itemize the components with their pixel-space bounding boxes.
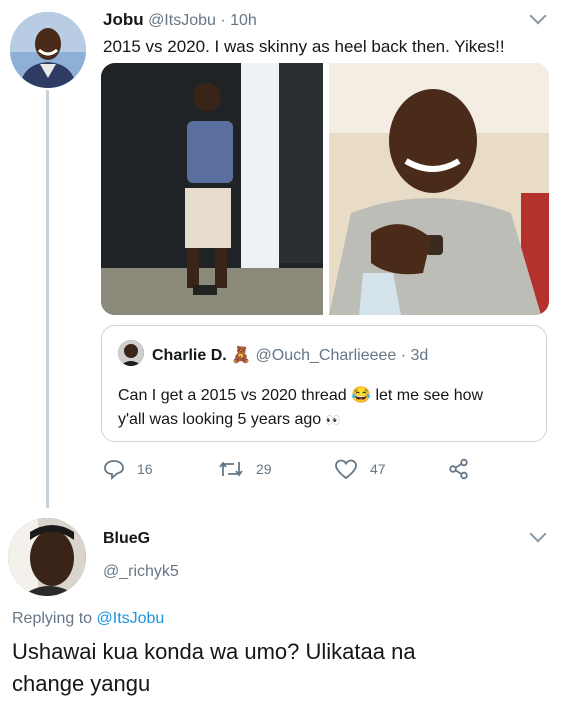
- eyes-emoji-icon: 👀: [325, 413, 341, 427]
- quote-avatar-image: [118, 340, 144, 366]
- like-icon: [335, 459, 357, 480]
- quote-author-handle[interactable]: @Ouch_Charlieeee: [256, 347, 397, 364]
- avatar[interactable]: [10, 12, 86, 88]
- reply-count: 16: [137, 461, 153, 477]
- thread-line: [46, 90, 49, 508]
- tweet-header: Jobu @ItsJobu · 10h: [103, 10, 257, 30]
- reply-action[interactable]: 16: [103, 458, 153, 480]
- reply-chevron-down-icon[interactable]: [529, 525, 547, 543]
- quote-author-name[interactable]: Charlie D.: [152, 347, 227, 364]
- quote-time: · 3d: [400, 347, 429, 364]
- share-action[interactable]: [448, 458, 470, 480]
- quote-text: Can I get a 2015 vs 2020 thread 😂 let me…: [118, 384, 538, 432]
- avatar-image: [10, 12, 86, 88]
- author-handle[interactable]: @ItsJobu: [148, 12, 216, 29]
- photo-collage: [101, 63, 549, 315]
- like-action[interactable]: 47: [334, 458, 386, 480]
- reply-avatar-image: [8, 518, 86, 596]
- reply-avatar[interactable]: [8, 518, 86, 596]
- replying-to: Replying to @ItsJobu: [12, 610, 164, 628]
- laughing-emoji-icon: 😂: [351, 387, 371, 404]
- like-count: 47: [370, 461, 386, 477]
- replying-to-prefix: Replying to: [12, 610, 93, 627]
- quoted-tweet[interactable]: Charlie D. 🧸 @Ouch_Charlieeee · 3d Can I…: [101, 325, 547, 442]
- reply-text-line1: Ushawai kua konda wa umo? Ulikataa na: [12, 639, 416, 664]
- teddy-bear-icon: 🧸: [231, 347, 252, 364]
- quote-text-line1: Can I get a 2015 vs 2020 thread: [118, 387, 347, 404]
- author-name[interactable]: Jobu: [103, 10, 144, 29]
- retweet-action[interactable]: 29: [218, 458, 272, 480]
- reply-author-name[interactable]: BlueG: [103, 530, 150, 548]
- retweet-icon: [219, 461, 243, 477]
- quote-header: Charlie D. 🧸 @Ouch_Charlieeee · 3d: [152, 345, 428, 365]
- reply-text-line2: change yangu: [12, 671, 151, 696]
- tweet-time[interactable]: · 10h: [220, 12, 256, 29]
- replying-to-handle[interactable]: @ItsJobu: [97, 610, 165, 627]
- quote-text-line1b: let me see how: [375, 387, 484, 404]
- quote-text-line2: y'all was looking 5 years ago: [118, 411, 322, 428]
- reply-author-handle[interactable]: @_richyk5: [103, 563, 179, 581]
- reply-text: Ushawai kua konda wa umo? Ulikataa na ch…: [12, 636, 532, 700]
- retweet-count: 29: [256, 461, 272, 477]
- tweet-text: 2015 vs 2020. I was skinny as heel back …: [103, 37, 505, 56]
- chevron-down-icon[interactable]: [529, 7, 547, 25]
- reply-icon: [104, 460, 124, 480]
- quote-avatar[interactable]: [118, 340, 144, 366]
- share-icon: [449, 458, 468, 480]
- tweet-media[interactable]: [101, 63, 549, 315]
